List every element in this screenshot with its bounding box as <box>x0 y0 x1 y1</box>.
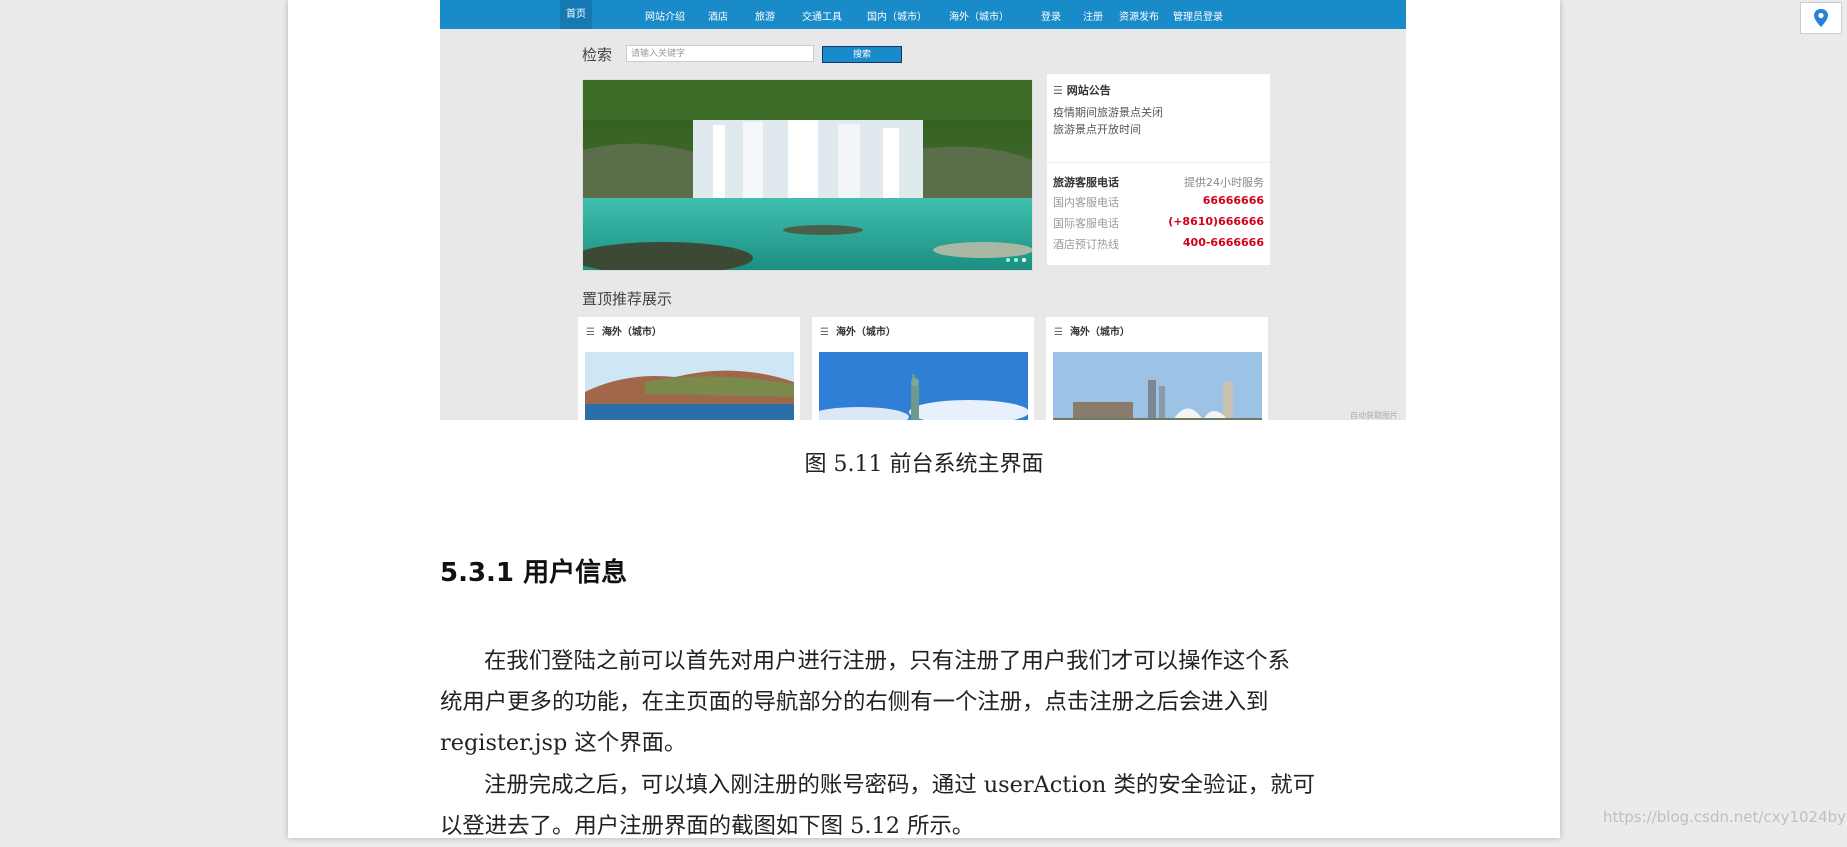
search-label: 检索 <box>582 46 613 64</box>
list-icon: ☰ <box>586 327 599 338</box>
featured-card[interactable]: ☰ 海外（城市） <box>1046 317 1268 420</box>
notice-panel: ☰ 网站公告 疫情期间旅游景点关闭 旅游景点开放时间 旅游客服电话 提供24小时… <box>1047 74 1270 265</box>
document-page: 首页 网站介绍 酒店 旅游 交通工具 国内（城市） 海外（城市） 登录 注册 资… <box>288 0 1560 839</box>
card-image-city <box>1053 352 1262 420</box>
nav-hotel[interactable]: 酒店 <box>708 8 728 23</box>
coast-image <box>585 352 794 420</box>
divider <box>1047 162 1270 163</box>
figure-caption: 图 5.11 前台系统主界面 <box>804 452 1044 477</box>
card-title: 海外（城市） <box>601 327 662 338</box>
notice-item[interactable]: 疫情期间旅游景点关闭 <box>1053 104 1163 120</box>
service-label: 国内客服电话 <box>1053 196 1119 209</box>
section-heading: 5.3.1 用户信息 <box>440 558 628 588</box>
card-heading: ☰ 海外（城市） <box>586 323 662 338</box>
waterfall-image <box>583 80 1032 270</box>
service-label: 酒店预订热线 <box>1053 238 1119 251</box>
service-value: 66666666 <box>1202 194 1264 207</box>
paragraph-line: 在我们登陆之前可以首先对用户进行注册，只有注册了用户我们才可以操作这个系 <box>484 648 1291 674</box>
nav-transport[interactable]: 交通工具 <box>802 8 842 23</box>
paragraph-line: 以登进去了。用户注册界面的截图如下图 5.12 所示。 <box>440 813 975 839</box>
paragraph-line: 统用户更多的功能，在主页面的导航部分的右侧有一个注册，点击注册之后会进入到 <box>440 689 1269 715</box>
notice-title: 网站公告 <box>1066 84 1111 97</box>
card-heading: ☰ 海外（城市） <box>1054 323 1130 338</box>
nav-login[interactable]: 登录 <box>1041 8 1061 23</box>
featured-card[interactable]: ☰ 海外（城市） <box>578 317 800 420</box>
frontend-screenshot: 首页 网站介绍 酒店 旅游 交通工具 国内（城市） 海外（城市） 登录 注册 资… <box>440 0 1406 420</box>
location-pin-icon <box>1814 9 1828 27</box>
featured-title: 置顶推荐展示 <box>582 290 673 308</box>
card-title: 海外（城市） <box>1069 327 1130 338</box>
corner-text: 自动获取图片 <box>1350 411 1398 420</box>
search-button[interactable]: 搜索 <box>822 46 902 63</box>
nav-admin[interactable]: 管理员登录 <box>1173 8 1223 23</box>
card-heading: ☰ 海外（城市） <box>820 323 896 338</box>
nav-register[interactable]: 注册 <box>1083 8 1103 23</box>
service-label: 国际客服电话 <box>1053 217 1119 230</box>
search-input[interactable]: 请输入关键字 <box>626 45 814 62</box>
paragraph-line: 注册完成之后，可以填入刚注册的账号密码，通过 userAction 类的安全验证… <box>484 772 1315 798</box>
watermark: https://blog.csdn.net/cxy1024byte <box>1603 808 1847 826</box>
service-title: 旅游客服电话 <box>1053 176 1119 189</box>
list-icon: ☰ <box>1053 84 1067 97</box>
nav-bar: 首页 网站介绍 酒店 旅游 交通工具 国内（城市） 海外（城市） 登录 注册 资… <box>440 0 1406 29</box>
card-title: 海外（城市） <box>835 327 896 338</box>
statue-image <box>819 352 1028 420</box>
service-value: (+8610)666666 <box>1168 215 1264 228</box>
service-subtitle: 提供24小时服务 <box>1184 176 1264 189</box>
card-image-liberty <box>819 352 1028 420</box>
notice-heading: ☰ 网站公告 <box>1053 82 1111 98</box>
list-icon: ☰ <box>820 327 833 338</box>
nav-home[interactable]: 首页 <box>560 0 592 29</box>
nav-travel[interactable]: 旅游 <box>755 8 775 23</box>
service-value: 400-6666666 <box>1182 236 1264 249</box>
nav-domestic[interactable]: 国内（城市） <box>867 8 927 23</box>
featured-card[interactable]: ☰ 海外（城市） <box>812 317 1034 420</box>
paragraph-line: register.jsp 这个界面。 <box>440 730 687 756</box>
card-image-coast <box>585 352 794 420</box>
nav-publish[interactable]: 资源发布 <box>1119 8 1159 23</box>
nav-intro[interactable]: 网站介绍 <box>645 8 685 23</box>
city-image <box>1053 352 1262 420</box>
nav-overseas[interactable]: 海外（城市） <box>949 8 1009 23</box>
list-icon: ☰ <box>1054 327 1067 338</box>
location-pin-button[interactable] <box>1800 2 1842 34</box>
notice-item[interactable]: 旅游景点开放时间 <box>1053 121 1141 137</box>
hero-waterfall-image <box>582 79 1033 271</box>
